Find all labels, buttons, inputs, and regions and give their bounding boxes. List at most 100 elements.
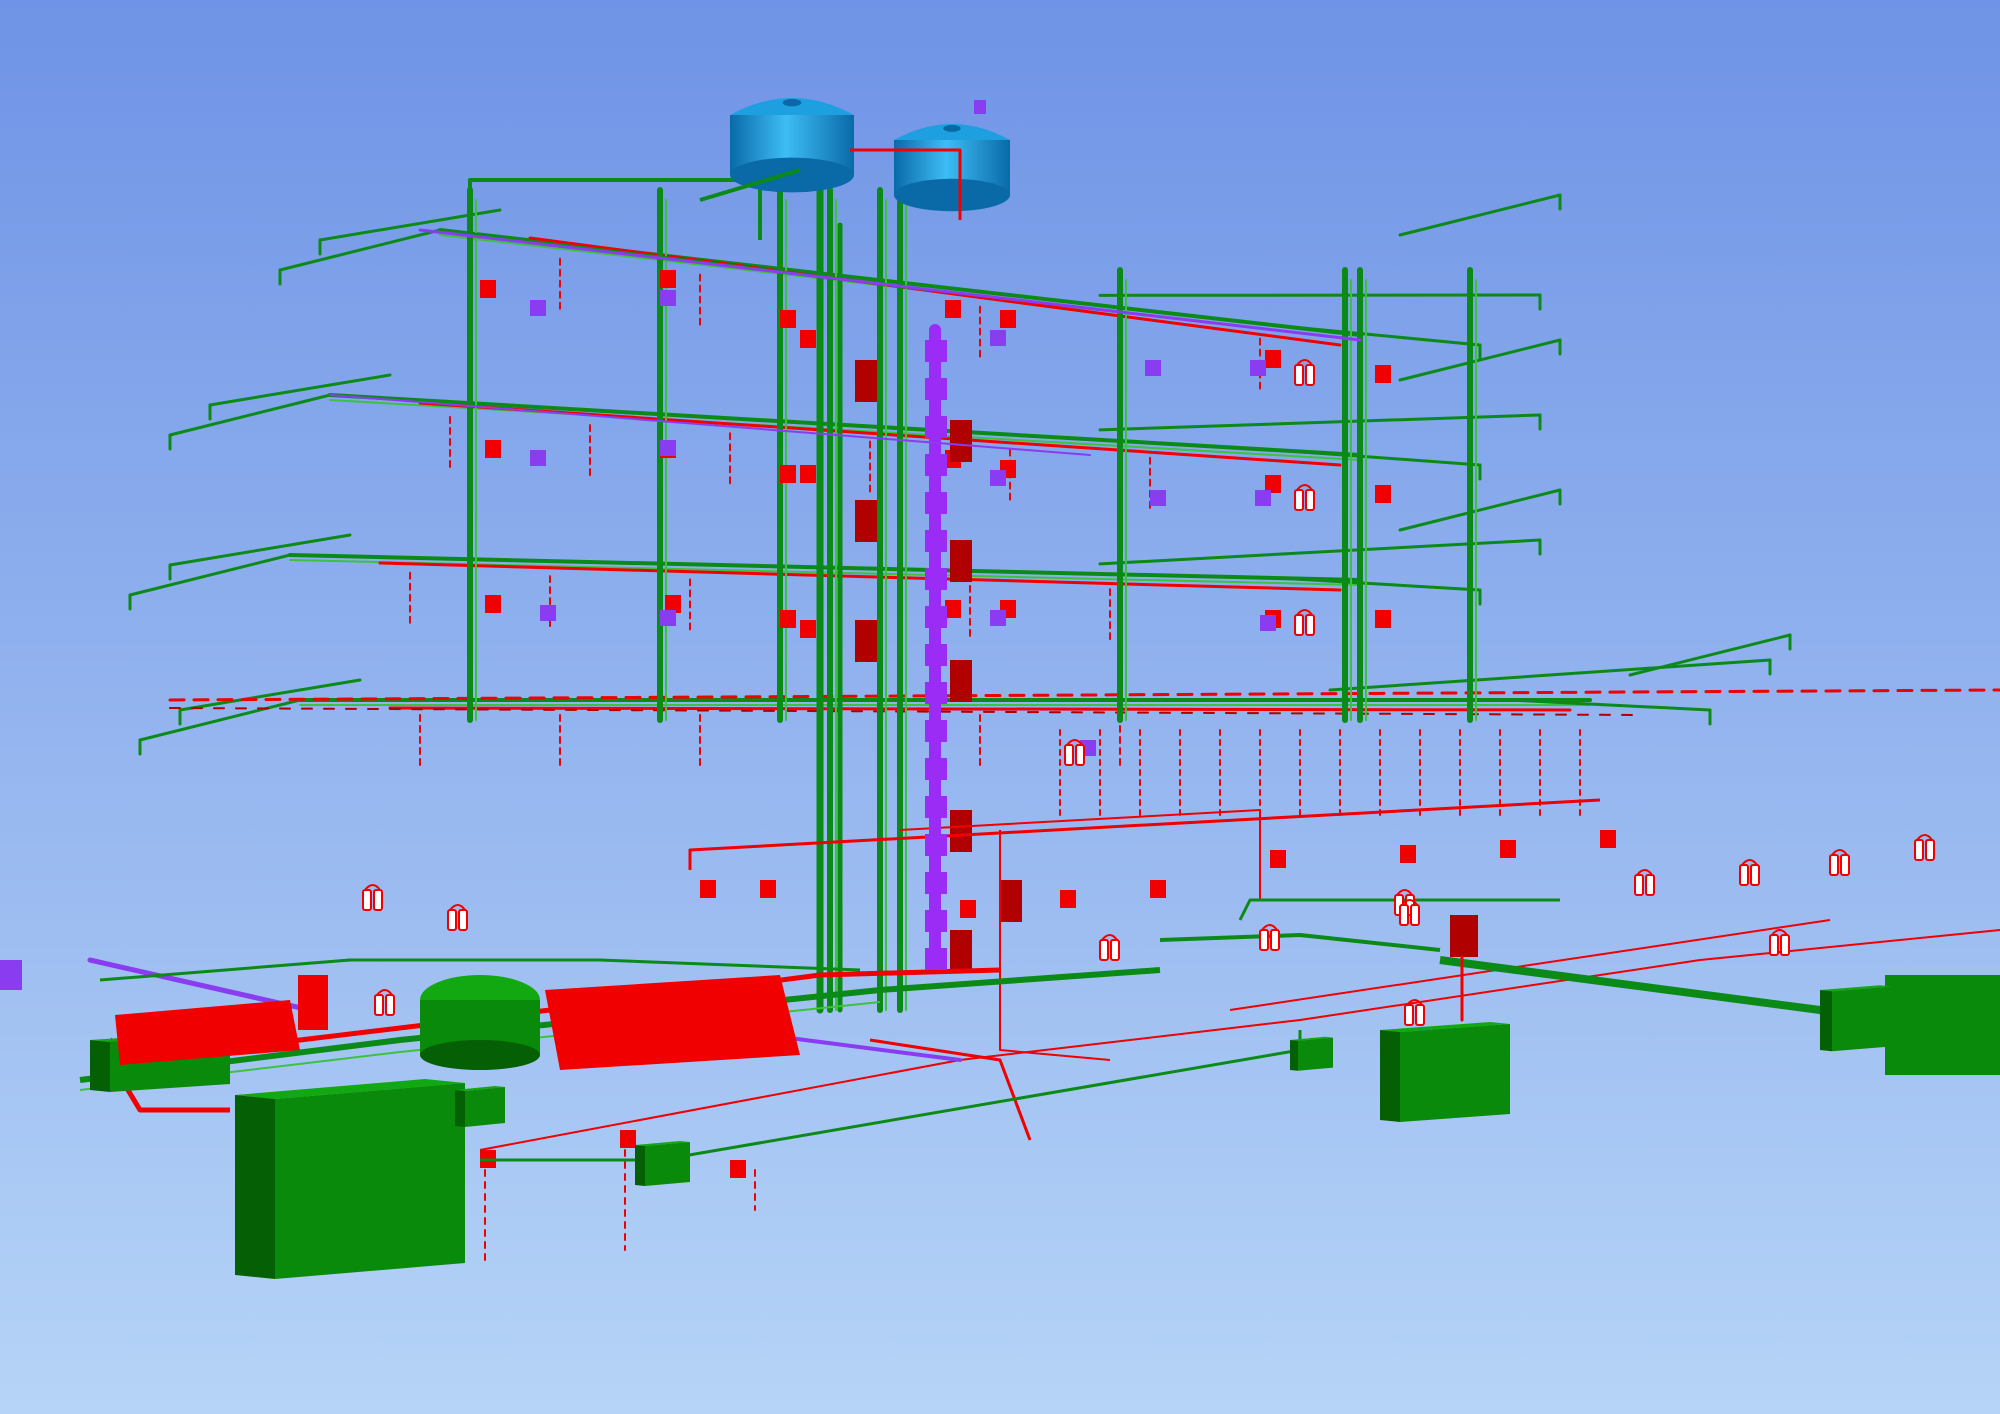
drain-cleanout[interactable] [925,568,947,590]
vent-cap[interactable] [974,100,986,114]
hose-cabinet[interactable] [855,500,877,542]
fire-valve-box[interactable] [485,595,501,613]
floor-drain-box[interactable] [660,610,676,626]
floor-drain-box[interactable] [660,440,676,456]
floor-drain-box[interactable] [990,330,1006,346]
dome-tank-base[interactable] [420,1040,540,1070]
fire-valve-box[interactable] [780,310,796,328]
fire-valve-box[interactable] [780,610,796,628]
drain-cleanout[interactable] [925,454,947,476]
fire-pump-cabinet[interactable] [298,975,328,1030]
fire-valve-box[interactable] [1060,890,1076,908]
extinguisher-cylinder [1410,904,1420,926]
drain-connection-box[interactable] [0,960,22,990]
hose-cabinet[interactable] [855,620,877,662]
hose-cabinet[interactable] [1000,880,1022,922]
hose-cabinet[interactable] [855,360,877,402]
extinguisher-cylinder [1925,839,1935,861]
drain-riser-stack[interactable] [925,324,947,970]
small-equipment-block-front [1298,1037,1333,1071]
drain-cleanout[interactable] [925,644,947,666]
drain-cleanout[interactable] [925,720,947,742]
drain-cleanout[interactable] [925,834,947,856]
fire-valve-box[interactable] [780,465,796,483]
fire-valve-box[interactable] [800,330,816,348]
water-tank-2-hatch [943,124,961,132]
fire-valve-box[interactable] [485,440,501,458]
floor-drain-box[interactable] [660,290,676,306]
pump-room-block[interactable] [1380,1022,1510,1122]
drain-cleanout[interactable] [925,530,947,552]
drain-cleanout[interactable] [925,378,947,400]
small-equipment-block[interactable] [635,1141,690,1186]
small-equipment-block[interactable] [455,1086,505,1127]
floor-drain-box[interactable] [1150,490,1166,506]
drain-cleanout[interactable] [925,416,947,438]
fire-valve-box[interactable] [1375,485,1391,503]
small-equipment-block-front [465,1087,505,1127]
fire-valve-box[interactable] [1400,845,1416,863]
drain-cleanout[interactable] [925,758,947,780]
mep-3d-viewport[interactable] [0,0,2000,1414]
water-tank-2[interactable] [894,124,1010,212]
extinguisher-cylinder [1769,934,1779,956]
pump-room-block-front [1400,1024,1510,1122]
fire-valve-box[interactable] [760,880,776,898]
fire-valve-box[interactable] [800,465,816,483]
extinguisher-cylinder [1829,854,1839,876]
floor-drain-box[interactable] [1255,490,1271,506]
floor-drain-box[interactable] [1250,360,1266,376]
fire-valve-box[interactable] [1500,840,1516,858]
floor-drain-box[interactable] [990,610,1006,626]
site-valve-block[interactable] [1820,985,1892,1052]
extinguisher-cylinder [1259,929,1269,951]
hose-cabinet[interactable] [950,420,972,462]
fire-valve-box[interactable] [700,880,716,898]
fire-pump-set[interactable] [545,975,800,1070]
fire-valve-box[interactable] [620,1130,636,1148]
fire-valve-box[interactable] [945,600,961,618]
floor-drain-box[interactable] [1145,360,1161,376]
fire-valve-box[interactable] [660,270,676,288]
floor-drain-box[interactable] [990,470,1006,486]
fire-valve-box[interactable] [1270,850,1286,868]
hose-cabinet[interactable] [950,930,972,972]
water-tank-1[interactable] [730,97,854,193]
fire-valve-box[interactable] [1375,365,1391,383]
fire-valve-box[interactable] [1375,610,1391,628]
fire-valve-box[interactable] [1600,830,1616,848]
site-valve-block-front [1832,986,1892,1052]
fire-valve-box[interactable] [1265,350,1281,368]
drain-cleanout[interactable] [925,682,947,704]
fire-valve-box[interactable] [730,1160,746,1178]
floor-drain-box[interactable] [530,300,546,316]
drain-cleanout[interactable] [925,910,947,932]
fire-valve-box[interactable] [960,900,976,918]
extinguisher-cylinder [447,909,457,931]
hose-cabinet[interactable] [950,660,972,702]
drain-cleanout[interactable] [925,872,947,894]
drain-cleanout[interactable] [925,948,947,970]
floor-drain-box[interactable] [530,450,546,466]
site-tank-block[interactable] [1885,975,2000,1075]
small-equipment-block[interactable] [1290,1036,1333,1071]
fire-valve-box[interactable] [1000,310,1016,328]
hose-cabinet[interactable] [950,540,972,582]
storage-tank-block[interactable] [235,1079,465,1279]
floor-drain-box[interactable] [540,605,556,621]
mep-model-scene[interactable] [0,0,2000,1414]
drain-cleanout[interactable] [925,606,947,628]
drain-cleanout[interactable] [925,340,947,362]
extinguisher-cylinder [1914,839,1924,861]
drain-cleanout[interactable] [925,796,947,818]
floor-drain-box[interactable] [1260,615,1276,631]
fire-valve-box[interactable] [800,620,816,638]
fire-valve-box[interactable] [945,300,961,318]
fire-hydrant-cabinet[interactable] [1450,915,1478,957]
hose-cabinet[interactable] [950,810,972,852]
drain-cleanout[interactable] [925,492,947,514]
extinguisher-cylinder [458,909,468,931]
fire-valve-box[interactable] [1150,880,1166,898]
water-tank-2-base [894,178,1010,212]
fire-valve-box[interactable] [480,280,496,298]
